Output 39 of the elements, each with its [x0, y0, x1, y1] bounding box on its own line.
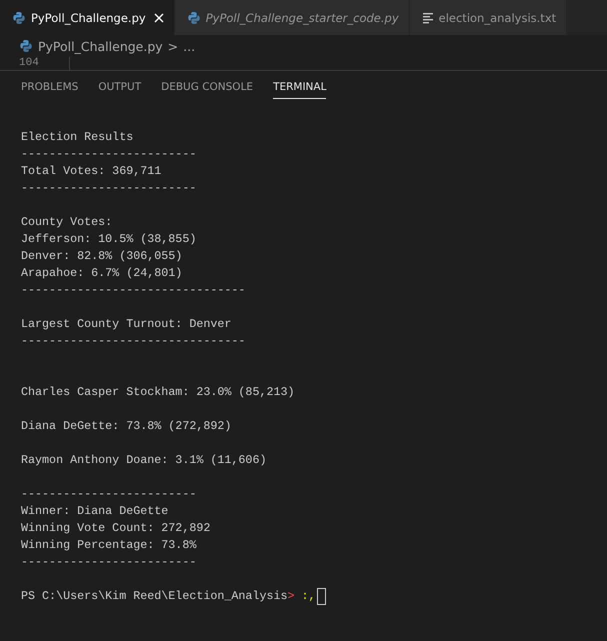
- terminal-line: Charles Casper Stockham: 23.0% (85,213): [21, 385, 295, 399]
- terminal-line: County Votes:: [21, 215, 112, 229]
- prompt-symbol: >: [288, 588, 295, 605]
- terminal-line: Largest County Turnout: Denver: [21, 317, 232, 331]
- close-icon[interactable]: [154, 12, 164, 22]
- terminal-line: Jefferson: 10.5% (38,855): [21, 232, 196, 246]
- terminal-line: --------------------------------: [21, 334, 246, 348]
- python-icon: [186, 10, 201, 24]
- terminal-line: Total Votes: 369,711: [21, 164, 162, 178]
- terminal-line: Raymon Anthony Doane: 3.1% (11,606): [21, 453, 266, 467]
- typed-text: :,: [302, 588, 316, 605]
- line-number: 104: [0, 57, 70, 70]
- breadcrumb-separator: >: [168, 38, 178, 54]
- panel-tab[interactable]: TERMINAL: [273, 81, 326, 99]
- terminal-line: Winning Percentage: 73.8%: [21, 538, 196, 552]
- breadcrumb-item[interactable]: ...: [183, 38, 196, 54]
- panel-tab[interactable]: PROBLEMS: [21, 81, 78, 99]
- terminal-line: -------------------------: [21, 487, 196, 501]
- terminal-line: Election Results: [21, 130, 134, 144]
- breadcrumb-item[interactable]: PyPoll_Challenge.py: [38, 38, 163, 54]
- terminal-line: Winning Vote Count: 272,892: [21, 521, 210, 535]
- terminal-line: -------------------------: [21, 555, 196, 569]
- terminal-cursor: [316, 588, 326, 605]
- panel-tab[interactable]: OUTPUT: [98, 81, 142, 99]
- terminal-line: Diana DeGette: 73.8% (272,892): [21, 419, 232, 433]
- terminal-line: -------------------------: [21, 147, 196, 161]
- panel-tab[interactable]: DEBUG CONSOLE: [161, 81, 254, 99]
- editor-tab[interactable]: election_analysis.txt: [410, 0, 568, 35]
- terminal-line: Winner: Diana DeGette: [21, 504, 168, 518]
- terminal-line: Arapahoe: 6.7% (24,801): [21, 266, 182, 280]
- terminal-line: --------------------------------: [21, 283, 246, 297]
- terminal-line: Denver: 82.8% (306,055): [21, 249, 182, 263]
- terminal-line: -------------------------: [21, 181, 196, 195]
- prompt-path: PS C:\Users\Kim Reed\Election_Analysis: [21, 588, 288, 605]
- editor-tab[interactable]: PyPoll_Challenge.py: [0, 0, 175, 35]
- editor-tab[interactable]: PyPoll_Challenge_starter_code.py: [174, 0, 410, 35]
- lines-icon: [422, 12, 434, 24]
- python-icon: [12, 10, 26, 24]
- python-icon: [19, 39, 33, 53]
